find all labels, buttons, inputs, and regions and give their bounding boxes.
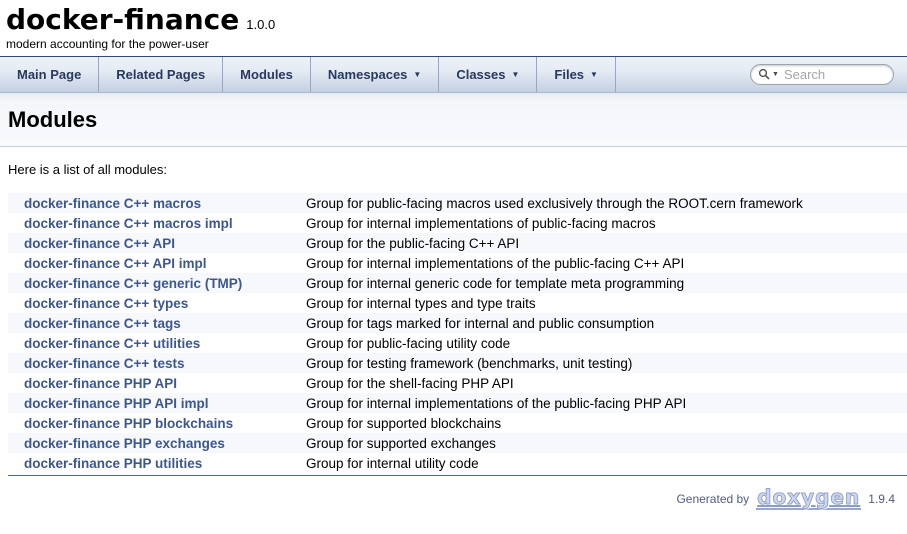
tab-label: Files: [554, 67, 584, 82]
module-entry-cell: docker-finance PHP utilities: [8, 453, 300, 473]
module-row: docker-finance PHP utilities Group for in…: [8, 453, 907, 473]
module-entry-cell: docker-finance C++ types: [8, 293, 300, 313]
module-entry-cell: docker-finance PHP API: [8, 373, 300, 393]
module-entry-cell: docker-finance C++ utilities: [8, 333, 300, 353]
module-link[interactable]: docker-finance C++ utilities: [24, 336, 200, 351]
module-row: docker-finance C++ utilities Group for pu…: [8, 333, 907, 353]
module-entry-cell: docker-finance C++ tags: [8, 313, 300, 333]
tab-label: Classes: [456, 67, 505, 82]
tab-label: Related Pages: [116, 67, 205, 82]
module-entry-cell: docker-finance C++ API impl: [8, 253, 300, 273]
project-brief: modern accounting for the power-user: [6, 36, 907, 56]
module-description: Group for public-facing macros used excl…: [300, 193, 907, 213]
module-row: docker-finance PHP exchanges Group for su…: [8, 433, 907, 453]
module-description: Group for internal implementations of pu…: [300, 213, 907, 233]
chevron-down-icon: ▼: [413, 70, 421, 79]
module-entry-cell: docker-finance PHP blockchains: [8, 413, 300, 433]
module-link[interactable]: docker-finance C++ API: [24, 236, 175, 251]
module-description: Group for the public-facing C++ API: [300, 233, 907, 253]
module-entry-cell: docker-finance C++ macros: [8, 193, 300, 213]
chevron-down-icon: ▼: [590, 70, 598, 79]
module-description: Group for tags marked for internal and p…: [300, 313, 907, 333]
module-description: Group for internal types and type traits: [300, 293, 907, 313]
module-description: Group for supported blockchains: [300, 413, 907, 433]
modules-table: docker-finance C++ macros Group for publi…: [8, 193, 907, 473]
module-link[interactable]: docker-finance PHP API: [24, 376, 177, 391]
module-row: docker-finance C++ tests Group for testin…: [8, 353, 907, 373]
tab-label: Main Page: [17, 67, 81, 82]
module-link[interactable]: docker-finance C++ tags: [24, 316, 181, 331]
project-version: 1.0.0: [246, 17, 275, 32]
module-link[interactable]: docker-finance C++ macros: [24, 196, 201, 211]
module-link[interactable]: docker-finance PHP API impl: [24, 396, 209, 411]
tab-classes[interactable]: Classes ▼: [439, 57, 537, 92]
module-description: Group for the shell-facing PHP API: [300, 373, 907, 393]
chevron-down-icon: ▼: [772, 71, 779, 78]
main-nav-bar: Main Page Related Pages Modules Namespaces ▼…: [0, 56, 907, 93]
nav-tab-list: Main Page Related Pages Modules Namespaces ▼…: [0, 57, 616, 92]
module-description: Group for public-facing utility code: [300, 333, 907, 353]
module-row: docker-finance C++ generic (TMP) Group fo…: [8, 273, 907, 293]
module-row: docker-finance PHP API Group for the shel…: [8, 373, 907, 393]
module-entry-cell: docker-finance PHP API impl: [8, 393, 300, 413]
page-title: Modules: [8, 108, 907, 132]
chevron-down-icon: ▼: [511, 70, 519, 79]
module-description: Group for internal implementations of th…: [300, 253, 907, 273]
module-description: Group for testing framework (benchmarks,…: [300, 353, 907, 373]
contents: Here is a list of all modules: docker-fi…: [0, 147, 907, 476]
tab-label: Namespaces: [328, 67, 408, 82]
module-entry-cell: docker-finance C++ macros impl: [8, 213, 300, 233]
module-link[interactable]: docker-finance PHP utilities: [24, 456, 202, 471]
module-row: docker-finance C++ API impl Group for int…: [8, 253, 907, 273]
project-name: docker-finance: [6, 3, 239, 36]
module-entry-cell: docker-finance C++ generic (TMP): [8, 273, 300, 293]
title-area: docker-finance 1.0.0 modern accounting fo…: [0, 0, 907, 56]
module-description: Group for internal generic code for temp…: [300, 273, 907, 293]
module-row: docker-finance PHP blockchains Group for …: [8, 413, 907, 433]
generator-version: 1.9.4: [868, 492, 895, 506]
generated-by-text: Generated by: [676, 492, 749, 506]
module-description: Group for internal utility code: [300, 453, 907, 473]
module-entry-cell: docker-finance C++ API: [8, 233, 300, 253]
doxygen-logo[interactable]: doxygen: [756, 488, 861, 510]
tab-modules[interactable]: Modules: [223, 57, 311, 92]
module-link[interactable]: docker-finance C++ tests: [24, 356, 185, 371]
module-row: docker-finance C++ macros impl Group for …: [8, 213, 907, 233]
module-link[interactable]: docker-finance C++ types: [24, 296, 188, 311]
module-link[interactable]: docker-finance PHP exchanges: [24, 436, 225, 451]
tab-namespaces[interactable]: Namespaces ▼: [311, 57, 439, 92]
module-description: Group for supported exchanges: [300, 433, 907, 453]
modules-intro-text: Here is a list of all modules:: [8, 162, 907, 177]
tab-related-pages[interactable]: Related Pages: [99, 57, 223, 92]
module-link[interactable]: docker-finance C++ generic (TMP): [24, 276, 242, 291]
search-icon[interactable]: ▼: [758, 68, 779, 81]
page-footer: Generated by doxygen 1.9.4: [0, 476, 907, 510]
module-row: docker-finance PHP API impl Group for int…: [8, 393, 907, 413]
search-input[interactable]: [779, 66, 885, 83]
module-link[interactable]: docker-finance PHP blockchains: [24, 416, 233, 431]
tab-files[interactable]: Files ▼: [537, 57, 616, 92]
module-link[interactable]: docker-finance C++ macros impl: [24, 216, 233, 231]
module-entry-cell: docker-finance C++ tests: [8, 353, 300, 373]
tab-main-page[interactable]: Main Page: [0, 57, 99, 92]
module-entry-cell: docker-finance PHP exchanges: [8, 433, 300, 453]
module-row: docker-finance C++ types Group for intern…: [8, 293, 907, 313]
module-row: docker-finance C++ macros Group for publi…: [8, 193, 907, 213]
search-area: ▼: [750, 64, 894, 85]
module-row: docker-finance C++ API Group for the publ…: [8, 233, 907, 253]
module-row: docker-finance C++ tags Group for tags ma…: [8, 313, 907, 333]
module-link[interactable]: docker-finance C++ API impl: [24, 256, 207, 271]
page-header: Modules: [0, 93, 907, 147]
tab-label: Modules: [240, 67, 293, 82]
search-box[interactable]: ▼: [750, 64, 894, 85]
module-description: Group for internal implementations of th…: [300, 393, 907, 413]
